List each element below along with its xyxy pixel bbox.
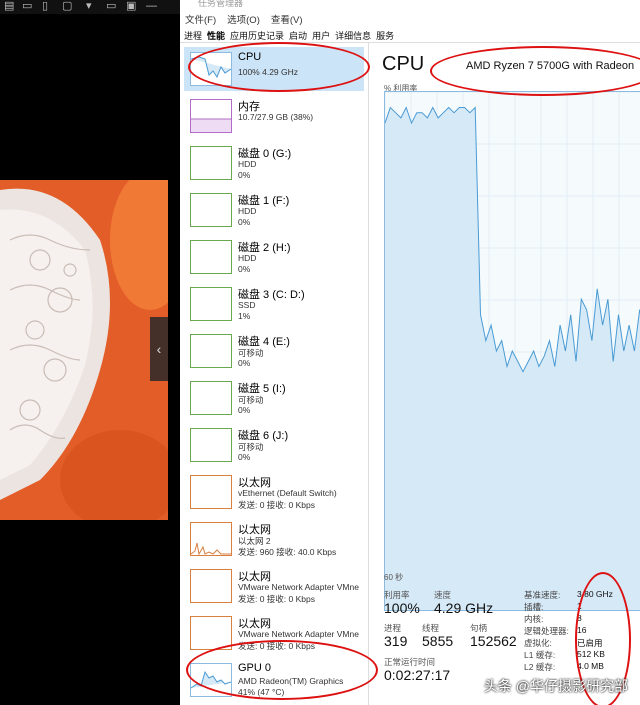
delete-icon[interactable]: ▭ (106, 0, 116, 12)
detail-key: 虚拟化: (524, 638, 552, 648)
sidebar-item-net[interactable]: 以太网 vEthernet (Default Switch) 发送: 0 接收: 0… (184, 470, 364, 514)
sidebar-item-usage: 0% (238, 170, 251, 180)
photo-viewer: ▤ ▭ ▯ ▢ ▾ ▭ ▣ — ‹ (0, 0, 180, 705)
detail-key: L2 缓存: (524, 662, 556, 672)
sidebar-thumbnail-graph (190, 99, 232, 133)
copy-icon[interactable]: ▯ (42, 0, 48, 12)
sidebar-item-usage: 1% (238, 311, 251, 321)
task-manager-window: 任务管理器 文件(F) 选项(O) 查看(V) 进程 性能 应用历史记录 启动 用户 详细信息… (180, 0, 640, 705)
sidebar-item-usage: 0% (238, 264, 251, 274)
minus-icon[interactable]: — (146, 0, 157, 12)
sidebar-item-detail: vEthernet (Default Switch) (238, 488, 337, 498)
sidebar-item-disk[interactable]: 磁盘 4 (E:) 可移动 0% (184, 329, 364, 373)
tab-services[interactable]: 服务 (376, 28, 394, 44)
utilization-value: 100% (384, 600, 420, 616)
perf-sidebar: CPU 100% 4.29 GHz 内存 10.7/27.9 GB (38%) 磁盘 0… (180, 43, 369, 705)
crop-icon[interactable]: ▢ (62, 0, 72, 12)
sidebar-thumbnail-graph (190, 240, 232, 274)
annotation-oval-gpu (186, 640, 378, 700)
lace-ornament-photo (0, 180, 168, 520)
sidebar-thumbnail-graph (190, 428, 232, 462)
sidebar-thumbnail-graph (190, 193, 232, 227)
sidebar-item-detail: 10.7/27.9 GB (38%) (238, 112, 314, 122)
window-title: 任务管理器 (198, 0, 244, 8)
detail-key: 基准速度: (524, 590, 561, 600)
sidebar-item-net[interactable]: 以太网 以太网 2 发送: 960 接收: 40.0 Kbps (184, 517, 364, 561)
detail-key: 逻辑处理器: (524, 626, 569, 636)
chevron-down-icon[interactable]: ▾ (86, 0, 92, 12)
annotation-oval-cpu (188, 42, 370, 92)
sidebar-item-disk[interactable]: 磁盘 5 (I:) 可移动 0% (184, 376, 364, 420)
sidebar-item-disk[interactable]: 磁盘 2 (H:) HDD 0% (184, 235, 364, 279)
tab-details[interactable]: 详细信息 (335, 28, 371, 44)
detail-key: L1 缓存: (524, 650, 556, 660)
tab-users[interactable]: 用户 (312, 28, 330, 44)
sidebar-thumbnail-graph (190, 334, 232, 368)
menu-bar: 文件(F) 选项(O) 查看(V) (180, 10, 309, 26)
processes-value: 319 (384, 633, 408, 649)
sidebar-item-detail: HDD (238, 159, 257, 169)
sidebar-item-detail: VMware Network Adapter VMne (238, 629, 359, 639)
sidebar-item-usage: 发送: 960 接收: 40.0 Kbps (238, 547, 337, 557)
sidebar-item-disk[interactable]: 磁盘 6 (J:) 可移动 0% (184, 423, 364, 467)
next-image-button[interactable]: ‹ (150, 317, 168, 381)
sidebar-thumbnail-graph (190, 522, 232, 556)
sidebar-item-usage: 0% (238, 452, 251, 462)
sidebar-item-disk[interactable]: 磁盘 1 (F:) HDD 0% (184, 188, 364, 232)
cpu-utilization-graph (384, 91, 640, 611)
sidebar-item-net[interactable]: 以太网 VMware Network Adapter VMne 发送: 0 接收: … (184, 564, 364, 608)
sidebar-item-usage: 0% (238, 358, 251, 368)
cpu-usage-area (385, 107, 640, 610)
detail-key: 插槽: (524, 602, 544, 612)
photo-image (0, 180, 168, 520)
sidebar-item-detail: SSD (238, 300, 256, 310)
page-title: CPU (382, 53, 425, 75)
watermark: 头条 @华仔摄影研究部 (483, 678, 628, 694)
sidebar-item-mem[interactable]: 内存 10.7/27.9 GB (38%) (184, 94, 364, 138)
sidebar-thumbnail-graph (190, 381, 232, 415)
time-axis-label: 60 秒 (384, 573, 404, 582)
handles-value: 152562 (470, 633, 517, 649)
sidebar-item-disk[interactable]: 磁盘 0 (G:) HDD 0% (184, 141, 364, 185)
tab-performance[interactable]: 性能 (207, 28, 225, 44)
threads-value: 5855 (422, 633, 454, 649)
title-bar: 任务管理器 (180, 0, 640, 10)
uptime-value: 0:02:27:17 (384, 667, 451, 683)
sidebar-thumbnail-graph (190, 146, 232, 180)
viewer-toolbar: ▤ ▭ ▯ ▢ ▾ ▭ ▣ — (0, 0, 180, 14)
sidebar-item-detail: HDD (238, 253, 257, 263)
sidebar-thumbnail-graph (190, 475, 232, 509)
tab-bar: 进程 性能 应用历史记录 启动 用户 详细信息 服务 (180, 26, 640, 43)
tab-processes[interactable]: 进程 (184, 28, 202, 44)
fullscreen-icon[interactable]: ▣ (126, 0, 136, 12)
sidebar-item-usage: 0% (238, 217, 251, 227)
sidebar-thumbnail-graph (190, 569, 232, 603)
speed-value: 4.29 GHz (434, 600, 494, 616)
sidebar-item-usage: 发送: 0 接收: 0 Kbps (238, 594, 315, 604)
sidebar-item-disk[interactable]: 磁盘 3 (C: D:) SSD 1% (184, 282, 364, 326)
annotation-oval-model (430, 46, 640, 96)
sidebar-item-detail: VMware Network Adapter VMne (238, 582, 359, 592)
sidebar-item-usage: 发送: 0 接收: 0 Kbps (238, 500, 315, 510)
sidebar-item-usage: 0% (238, 405, 251, 415)
cpu-graph-svg (385, 92, 640, 610)
detail-key: 内核: (524, 614, 544, 624)
folder-icon[interactable]: ▤ (4, 0, 14, 12)
sidebar-thumbnail-graph (190, 287, 232, 321)
sidebar-item-detail: HDD (238, 206, 257, 216)
save-icon[interactable]: ▭ (22, 0, 32, 12)
